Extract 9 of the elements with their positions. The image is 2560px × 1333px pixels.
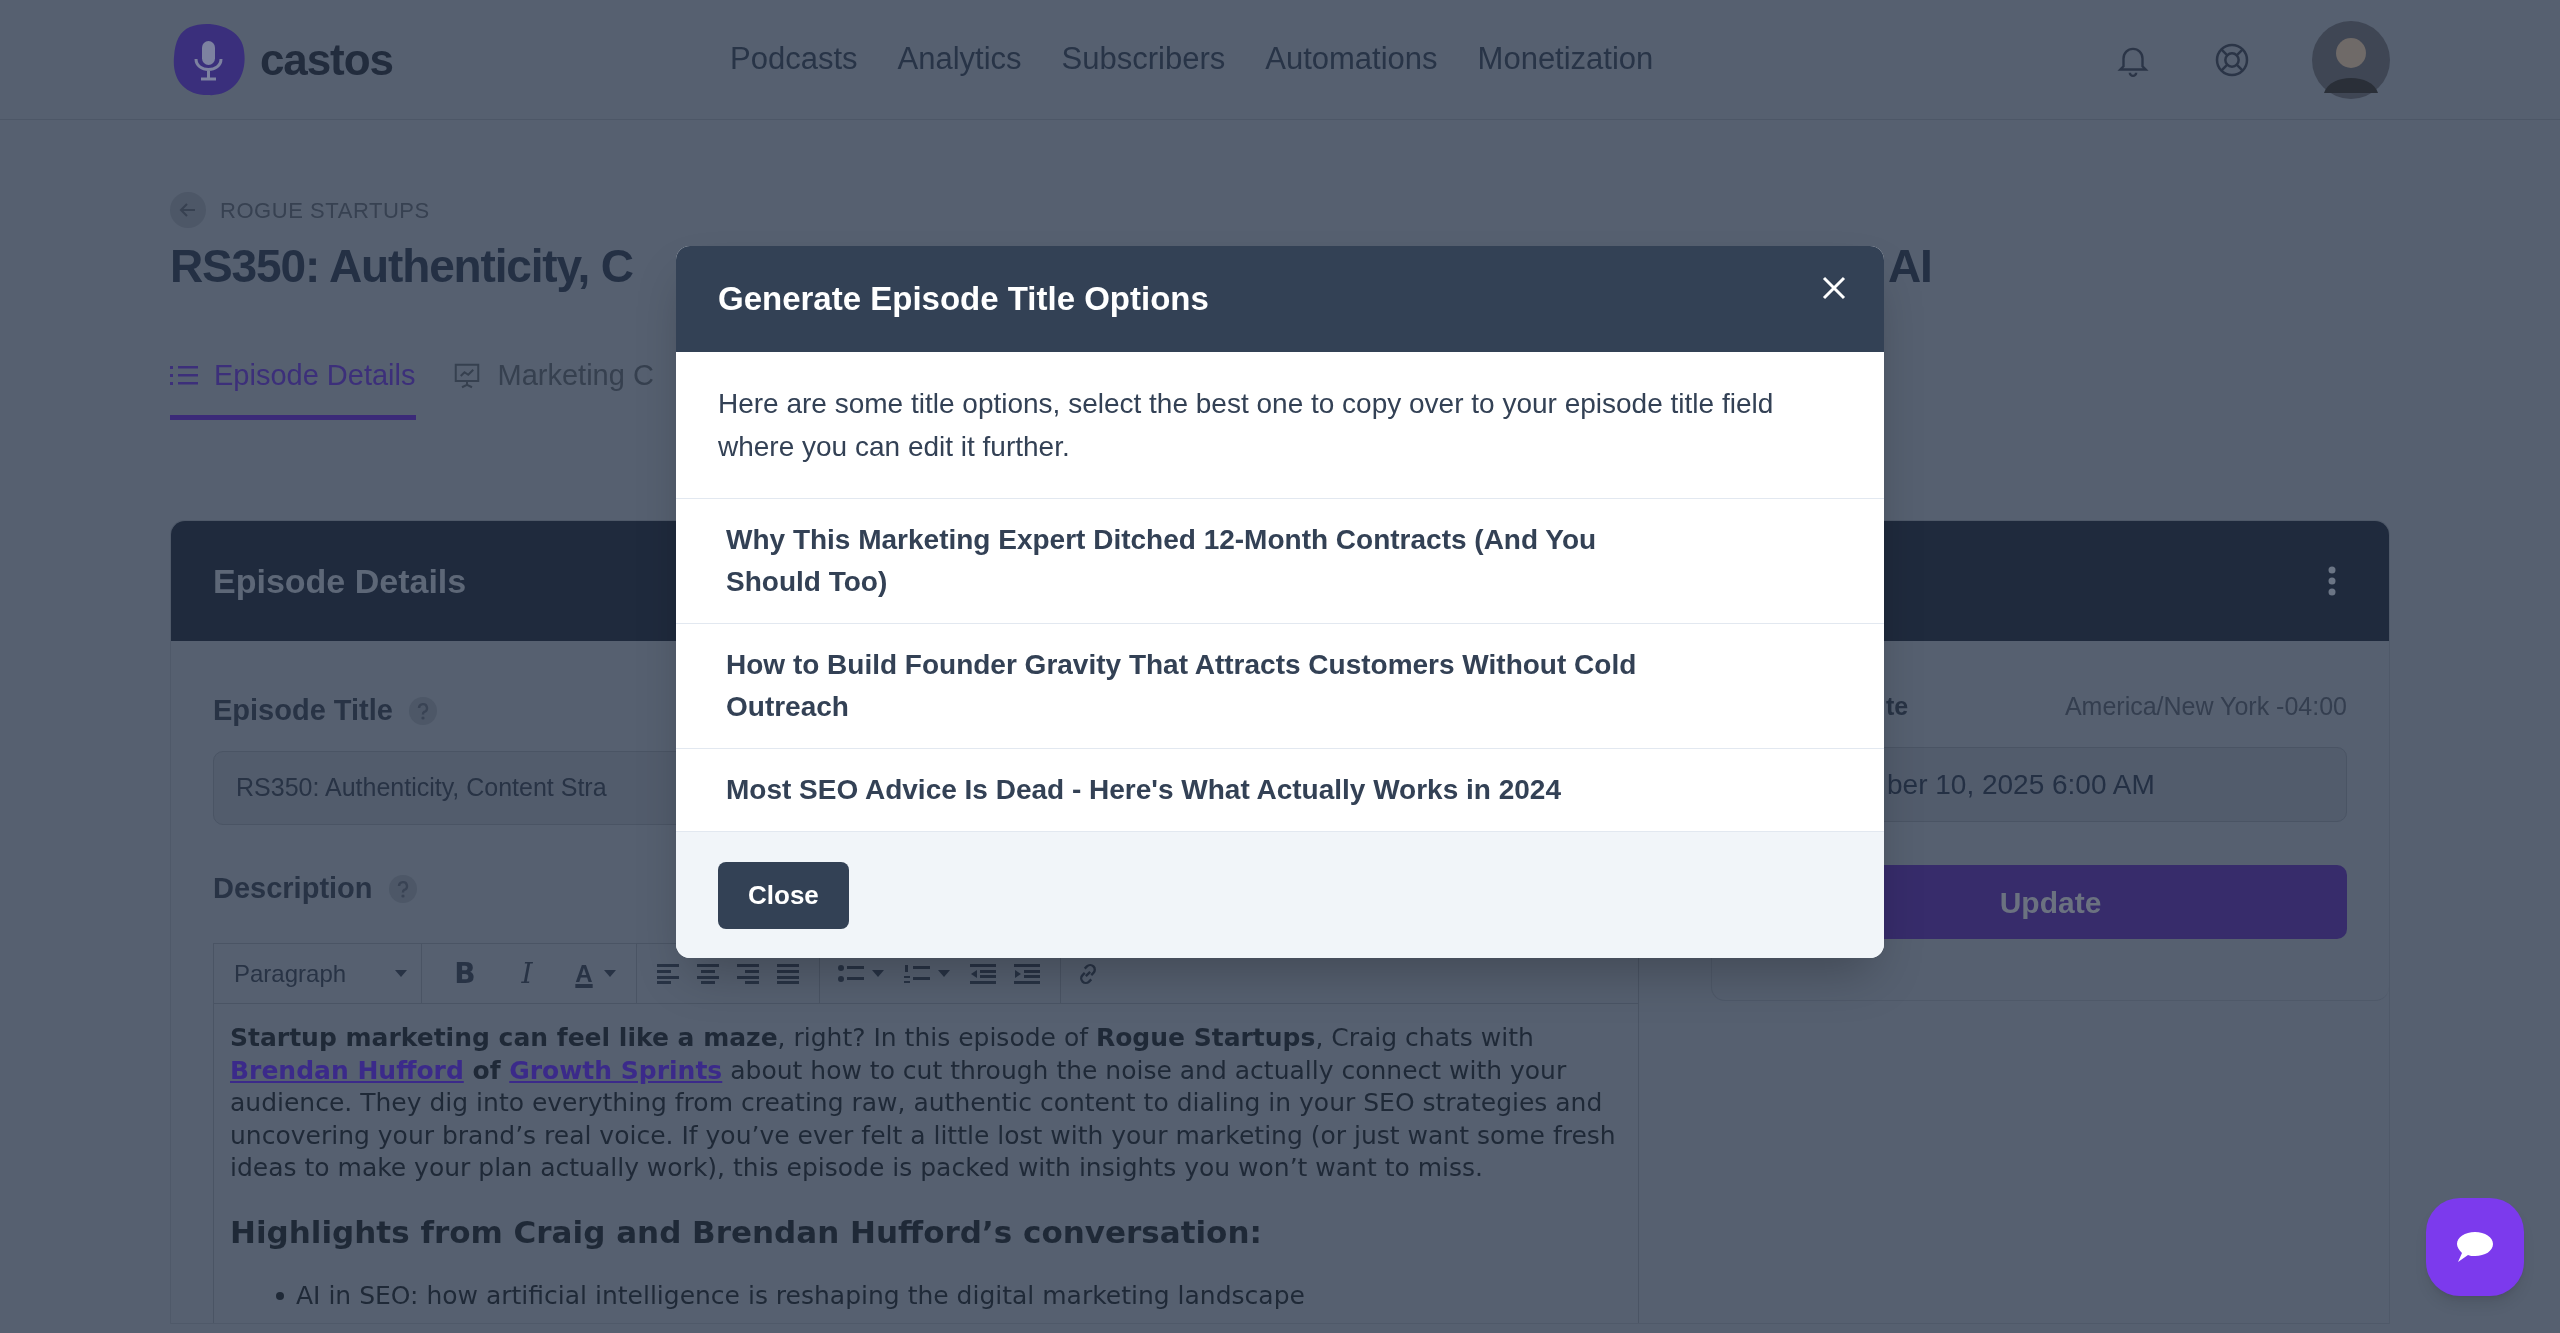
description-heading: Highlights from Craig and Brendan Hufford’s conversation:: [230, 1212, 1263, 1252]
title-option[interactable]: Most SEO Advice Is Dead - Here's What Actually Works in 2024: [726, 769, 1666, 811]
card-title: Episode Details: [213, 560, 467, 602]
close-button[interactable]: Close: [718, 861, 849, 929]
title-option[interactable]: Why This Marketing Expert Ditched 12-Month Contracts (And You Should Too): [726, 519, 1666, 603]
title-option[interactable]: How to Build Founder Gravity That Attracts Customers Without Cold Outreach: [726, 644, 1666, 728]
bullet-text: AI in SEO: how artificial intelligence is reshaping the digital marketing landscape: [296, 1280, 1305, 1312]
modal-intro-text: Here are some title options, select the best one to copy over to your episode title field where you can edit it further.: [718, 387, 1775, 464]
modal-title: Generate Episode Title Options: [718, 279, 1209, 320]
